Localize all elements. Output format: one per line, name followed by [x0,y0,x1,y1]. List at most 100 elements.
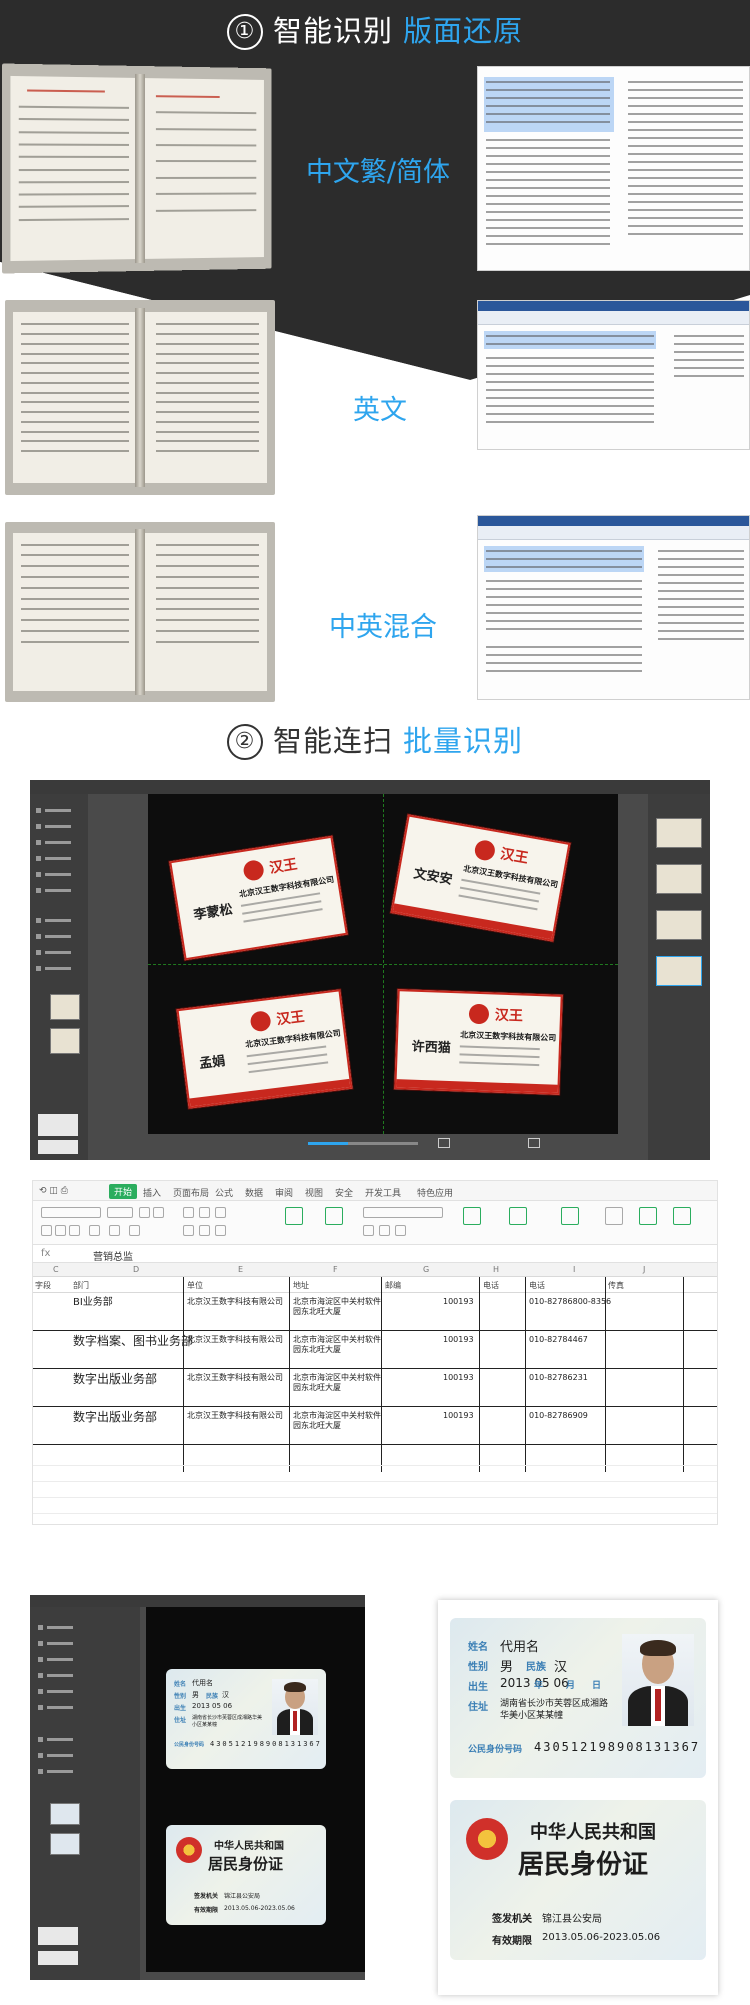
column-header[interactable]: F [333,1265,338,1274]
tab[interactable]: 安全 [335,1186,353,1199]
header-cell[interactable]: 字段 [35,1280,51,1291]
column-header[interactable]: G [423,1265,429,1274]
column-header[interactable]: I [573,1265,575,1274]
action-button[interactable] [38,1114,78,1136]
sidebar-item[interactable] [36,966,80,972]
table-row[interactable]: 数字档案、图书业务部 北京汉王数字科技有限公司 北京市海淀区中关村软件园东北旺大… [33,1331,717,1369]
currency-icon[interactable] [363,1225,374,1236]
italic-icon[interactable] [55,1225,66,1236]
sidebar-item[interactable] [38,1737,98,1743]
sidebar-item[interactable] [38,1705,98,1711]
align-middle-icon[interactable] [199,1207,210,1218]
header-cell[interactable]: 传真 [608,1280,624,1291]
preview-thumb[interactable] [50,1833,80,1855]
thumbnail[interactable] [656,956,702,986]
font-select[interactable] [41,1207,101,1218]
column-header[interactable]: D [133,1265,139,1274]
preview-thumb[interactable] [50,1803,80,1825]
align-right-icon[interactable] [215,1225,226,1236]
sidebar-item[interactable] [36,824,80,830]
header-cell[interactable]: 部门 [73,1280,89,1291]
underline-icon[interactable] [69,1225,80,1236]
align-left-icon[interactable] [183,1225,194,1236]
fit-icon[interactable] [438,1138,450,1148]
sidebar-item[interactable] [36,840,80,846]
filter-icon[interactable] [639,1207,657,1225]
table-row[interactable]: 数字出版业务部 北京汉王数字科技有限公司 北京市海淀区中关村软件园东北旺大厦 1… [33,1369,717,1407]
business-card[interactable]: 汉王 文安安 北京汉王数字科技有限公司 [390,814,571,942]
tab[interactable]: 公式 [215,1186,233,1199]
bold-icon[interactable] [41,1225,52,1236]
action-button[interactable] [38,1927,78,1945]
shrink-font-icon[interactable] [153,1207,164,1218]
tab[interactable]: 开始 [109,1184,138,1199]
document-assistant-icon[interactable] [561,1207,579,1225]
business-card[interactable]: 汉王 孟娟 北京汉王数字科技有限公司 [176,989,353,1109]
preview-thumb[interactable] [50,1028,80,1054]
sidebar-item[interactable] [36,872,80,878]
tab[interactable]: 插入 [143,1186,161,1199]
sidebar-item[interactable] [38,1641,98,1647]
header-cell[interactable]: 电话 [483,1280,499,1291]
sum-icon[interactable] [605,1207,623,1225]
tab[interactable]: 特色应用 [417,1186,453,1199]
idcard-back[interactable]: 中华人民共和国 居民身份证 签发机关 锦江县公安局 有效期限 2013.05.0… [166,1825,326,1925]
column-header[interactable]: H [493,1265,499,1274]
sidebar-item[interactable] [36,950,80,956]
thumbnail[interactable] [656,910,702,940]
column-header[interactable]: E [238,1265,243,1274]
header-cell[interactable]: 电话 [529,1280,545,1291]
merge-center-icon[interactable] [285,1207,303,1225]
sidebar-item[interactable] [36,856,80,862]
action-button[interactable] [38,1951,78,1965]
sidebar-item[interactable] [38,1753,98,1759]
quick-access-icons[interactable]: ⟲ ◫ ⎙ [39,1186,68,1196]
column-header[interactable]: J [643,1265,645,1274]
fill-color-icon[interactable] [109,1225,120,1236]
sidebar-item[interactable] [38,1625,98,1631]
formula-bar[interactable]: fx 营销总监 [33,1245,717,1263]
header-cell[interactable]: 邮编 [385,1280,401,1291]
tab[interactable]: 审阅 [275,1186,293,1199]
sidebar-item[interactable] [36,934,80,940]
header-cell[interactable]: 地址 [293,1280,309,1291]
font-color-icon[interactable] [129,1225,140,1236]
wrap-text-icon[interactable] [325,1207,343,1225]
preview-thumb[interactable] [50,994,80,1020]
size-select[interactable] [107,1207,133,1218]
header-cell[interactable]: 单位 [187,1280,203,1291]
grow-font-icon[interactable] [139,1207,150,1218]
sidebar-item[interactable] [38,1673,98,1679]
number-format-select[interactable] [363,1207,443,1218]
idcard-front[interactable]: 姓名 代用名 性别 男 民族 汉 出生 2013 05 06 住址 湖南省长沙市… [166,1669,326,1769]
tab[interactable]: 数据 [245,1186,263,1199]
table-row[interactable]: 数字出版业务部 北京汉王数字科技有限公司 北京市海淀区中关村软件园东北旺大厦 1… [33,1407,717,1445]
sidebar-item[interactable] [36,808,80,814]
comma-icon[interactable] [395,1225,406,1236]
rotate-icon[interactable] [528,1138,540,1148]
sidebar-item[interactable] [38,1657,98,1663]
align-top-icon[interactable] [183,1207,194,1218]
thumbnail[interactable] [656,864,702,894]
sidebar-item[interactable] [38,1689,98,1695]
zoom-slider[interactable] [308,1142,418,1145]
tab[interactable]: 开发工具 [365,1186,401,1199]
tab[interactable]: 页面布局 [173,1186,209,1199]
table-row[interactable]: BI业务部 北京汉王数字科技有限公司 北京市海淀区中关村软件园东北旺大厦 100… [33,1293,717,1331]
business-card[interactable]: 汉王 李蒙松 北京汉王数字科技有限公司 [169,835,348,961]
sort-icon[interactable] [673,1207,691,1225]
border-icon[interactable] [89,1225,100,1236]
align-bottom-icon[interactable] [215,1207,226,1218]
business-card[interactable]: 汉王 许西猫 北京汉王数字科技有限公司 [394,989,563,1095]
action-button[interactable] [38,1140,78,1154]
thumbnail[interactable] [656,818,702,848]
tab[interactable]: 视图 [305,1186,323,1199]
column-header[interactable]: C [53,1265,59,1274]
sidebar-item[interactable] [36,888,80,894]
sidebar-item[interactable] [38,1769,98,1775]
sidebar-item[interactable] [36,918,80,924]
conditional-format-icon[interactable] [463,1207,481,1225]
align-center-icon[interactable] [199,1225,210,1236]
percent-icon[interactable] [379,1225,390,1236]
table-style-icon[interactable] [509,1207,527,1225]
